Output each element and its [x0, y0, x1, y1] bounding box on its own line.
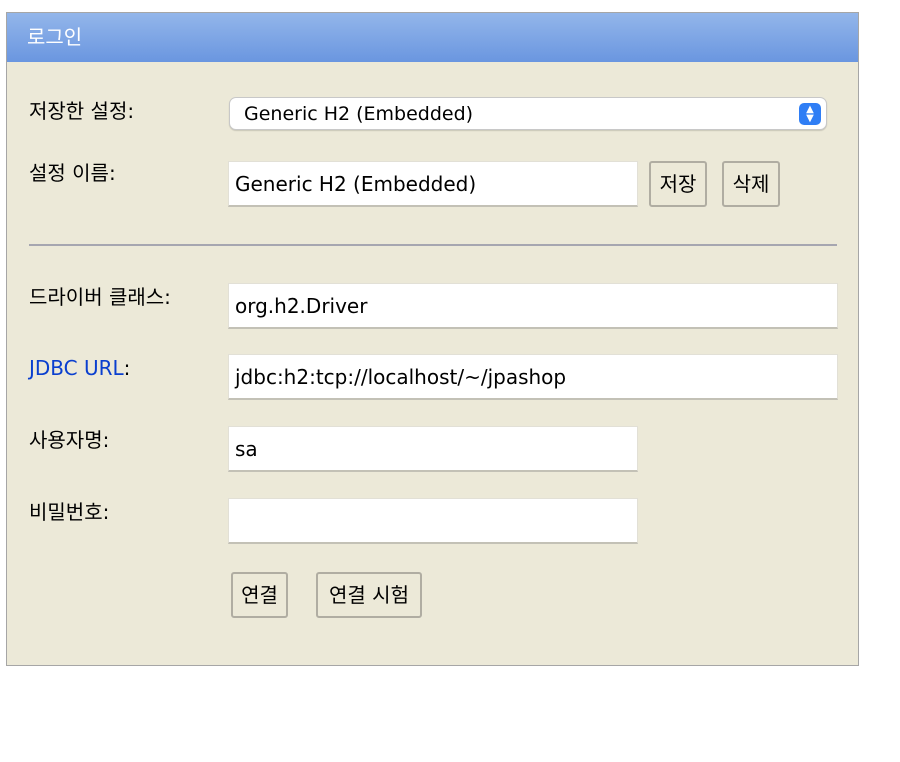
divider: [29, 244, 837, 246]
setting-name-input[interactable]: Generic H2 (Embedded): [228, 161, 638, 207]
jdbc-url-link[interactable]: JDBC URL: [29, 356, 124, 380]
jdbc-url-colon: :: [123, 356, 131, 380]
password-label: 비밀번호:: [29, 500, 110, 524]
username-label: 사용자명:: [29, 428, 110, 452]
connect-button[interactable]: 연결: [231, 572, 288, 618]
login-panel: 로그인 저장한 설정: Generic H2 (Embedded) ▲ ▼ 설정 …: [6, 12, 859, 666]
title-bar: 로그인: [7, 13, 858, 62]
driver-class-label: 드라이버 클래스:: [29, 285, 171, 309]
chevron-up-down-icon: ▲ ▼: [799, 103, 821, 125]
save-button[interactable]: 저장: [649, 161, 707, 207]
jdbc-url-input[interactable]: jdbc:h2:tcp://localhost/~/jpashop: [228, 354, 838, 400]
saved-settings-select[interactable]: Generic H2 (Embedded) ▲ ▼: [229, 97, 827, 130]
setting-name-label: 설정 이름:: [29, 161, 116, 185]
delete-button[interactable]: 삭제: [722, 161, 780, 207]
saved-settings-label: 저장한 설정:: [29, 99, 135, 123]
test-connection-button[interactable]: 연결 시험: [316, 572, 422, 618]
jdbc-url-label-container: JDBC URL:: [29, 356, 130, 380]
saved-settings-value: Generic H2 (Embedded): [244, 103, 474, 125]
username-input[interactable]: sa: [228, 426, 638, 472]
page-title: 로그인: [27, 25, 83, 49]
driver-class-input[interactable]: org.h2.Driver: [228, 283, 838, 329]
password-input[interactable]: [228, 498, 638, 544]
